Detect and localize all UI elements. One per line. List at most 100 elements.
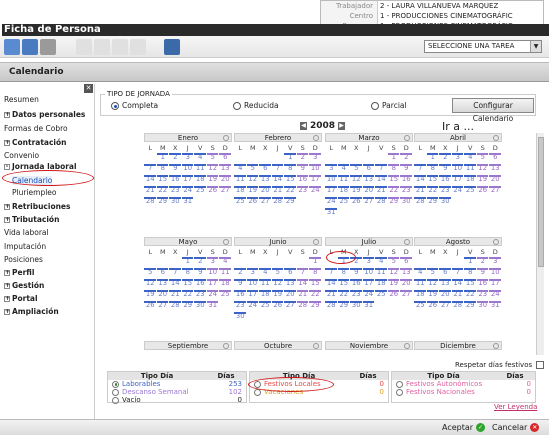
next-year-icon[interactable]: ▶ <box>338 122 346 130</box>
calendar-day[interactable]: 23 <box>234 301 247 311</box>
calendar-day[interactable]: 6 <box>400 257 413 267</box>
calendar-day[interactable]: 23 <box>350 290 363 300</box>
close-icon[interactable]: ✕ <box>84 84 93 93</box>
calendar-day[interactable]: 7 <box>271 164 285 174</box>
calendar-day[interactable]: 4 <box>234 164 247 174</box>
calendar-day[interactable]: 24 <box>451 186 465 196</box>
calendar-day[interactable]: 20 <box>156 290 170 300</box>
zoom-icon[interactable] <box>313 239 319 245</box>
calendar-day[interactable]: 9 <box>350 268 363 278</box>
expand-icon[interactable]: + <box>4 270 10 276</box>
calendar-day[interactable]: 8 <box>284 164 297 174</box>
calendar-day[interactable]: 22 <box>309 290 322 300</box>
calendar-day[interactable]: 9 <box>169 164 182 174</box>
zoom-icon[interactable] <box>313 135 319 141</box>
legend-row[interactable]: Descanso Semanal 102 <box>108 388 246 396</box>
expand-icon[interactable]: + <box>4 140 10 146</box>
calendar-day[interactable]: 11 <box>219 268 232 278</box>
tipo-radio[interactable]: Completa <box>111 101 158 110</box>
calendar-day[interactable]: 24 <box>181 186 195 196</box>
expand-icon[interactable]: + <box>4 217 10 223</box>
calendar-day[interactable]: 27 <box>489 186 502 196</box>
calendar-day[interactable]: 27 <box>362 197 376 207</box>
calendar-day[interactable]: 13 <box>362 175 376 185</box>
calendar-day[interactable]: 4 <box>194 153 207 163</box>
calendar-day[interactable]: 3 <box>325 164 338 174</box>
calendar-day[interactable]: 27 <box>156 301 170 311</box>
calendar-day[interactable]: 12 <box>206 164 220 174</box>
calendar-day[interactable]: 10 <box>206 268 220 278</box>
expand-icon[interactable]: + <box>4 296 10 302</box>
calendar-day[interactable]: 24 <box>309 186 322 196</box>
calendar-day[interactable]: 13 <box>156 279 170 289</box>
calendar-day[interactable]: 24 <box>325 197 338 207</box>
calendar-day[interactable]: 9 <box>234 279 247 289</box>
calendar-day[interactable]: 6 <box>284 268 297 278</box>
calendar-day[interactable]: 26 <box>271 301 285 311</box>
calendar-day[interactable]: 28 <box>325 301 338 311</box>
calendar-day[interactable]: 6 <box>362 164 376 174</box>
calendar-day[interactable]: 13 <box>259 175 272 185</box>
calendar-day[interactable]: 7 <box>414 164 427 174</box>
calendar-day[interactable]: 2 <box>476 257 490 267</box>
calendar-day[interactable]: 1 <box>156 153 170 163</box>
calendar-day[interactable]: 11 <box>234 175 247 185</box>
zoom-icon[interactable] <box>404 135 410 141</box>
sidebar-item[interactable]: Formas de Cobro <box>4 124 68 133</box>
calendar-day[interactable]: 16 <box>234 290 247 300</box>
calendar-day[interactable]: 10 <box>451 164 465 174</box>
calendar-day[interactable]: 20 <box>284 290 297 300</box>
calendar-day[interactable]: 26 <box>350 197 363 207</box>
sidebar-item[interactable]: + Ampliación <box>4 307 59 316</box>
calendar-day[interactable]: 16 <box>439 175 452 185</box>
calendar-day[interactable]: 12 <box>476 164 490 174</box>
delete-icon[interactable] <box>40 39 56 55</box>
calendar-day[interactable]: 14 <box>414 175 427 185</box>
calendar-day[interactable]: 1 <box>387 153 401 163</box>
calendar-day[interactable]: 31 <box>362 301 376 311</box>
calendar-day[interactable]: 21 <box>414 186 427 196</box>
calendar-day[interactable]: 11 <box>464 164 477 174</box>
sidebar-item[interactable]: + Tributación <box>4 215 59 224</box>
calendar-day[interactable]: 4 <box>259 268 272 278</box>
calendar-day[interactable]: 12 <box>144 279 157 289</box>
calendar-day[interactable]: 7 <box>296 268 310 278</box>
sidebar-item[interactable]: Vida laboral <box>4 228 49 237</box>
prev-year-icon[interactable]: ◀ <box>300 122 307 130</box>
calendar-day[interactable]: 25 <box>219 290 232 300</box>
calendar-day[interactable]: 16 <box>476 279 490 289</box>
calendar-day[interactable]: 20 <box>362 186 376 196</box>
calendar-day[interactable]: 26 <box>426 301 440 311</box>
calendar-day[interactable]: 27 <box>400 290 413 300</box>
next-record-icon[interactable] <box>112 39 128 55</box>
calendar-day[interactable]: 29 <box>426 197 440 207</box>
calendar-day[interactable]: 15 <box>464 279 477 289</box>
calendar-day[interactable]: 6 <box>439 268 452 278</box>
calendar-day[interactable]: 14 <box>325 279 338 289</box>
calendar-day[interactable]: 31 <box>325 208 338 218</box>
calendar-day[interactable]: 18 <box>375 279 388 289</box>
calendar-day[interactable]: 30 <box>234 312 247 322</box>
calendar-day[interactable]: 14 <box>169 279 182 289</box>
calendar-day[interactable]: 3 <box>489 257 502 267</box>
calendar-day[interactable]: 26 <box>246 197 260 207</box>
calendar-day[interactable]: 13 <box>439 279 452 289</box>
calendar-day[interactable]: 3 <box>451 153 465 163</box>
calendar-day[interactable]: 29 <box>309 301 322 311</box>
calendar-day[interactable]: 20 <box>400 279 413 289</box>
calendar-day[interactable]: 5 <box>387 257 401 267</box>
calendar-day[interactable]: 30 <box>400 197 413 207</box>
calendar-day[interactable]: 10 <box>362 268 376 278</box>
calendar-day[interactable]: 23 <box>400 186 413 196</box>
zoom-icon[interactable] <box>223 135 229 141</box>
calendar-day[interactable]: 28 <box>296 301 310 311</box>
calendar-day[interactable]: 18 <box>337 186 351 196</box>
calendar-day[interactable]: 5 <box>246 164 260 174</box>
zoom-icon[interactable] <box>404 343 410 349</box>
tipo-radio[interactable]: Parcial <box>371 101 407 110</box>
calendar-day[interactable]: 25 <box>234 197 247 207</box>
expand-icon[interactable]: - <box>4 164 10 170</box>
radio-icon[interactable] <box>112 380 119 388</box>
calendar-day[interactable]: 19 <box>246 186 260 196</box>
expand-icon[interactable]: + <box>4 204 10 210</box>
